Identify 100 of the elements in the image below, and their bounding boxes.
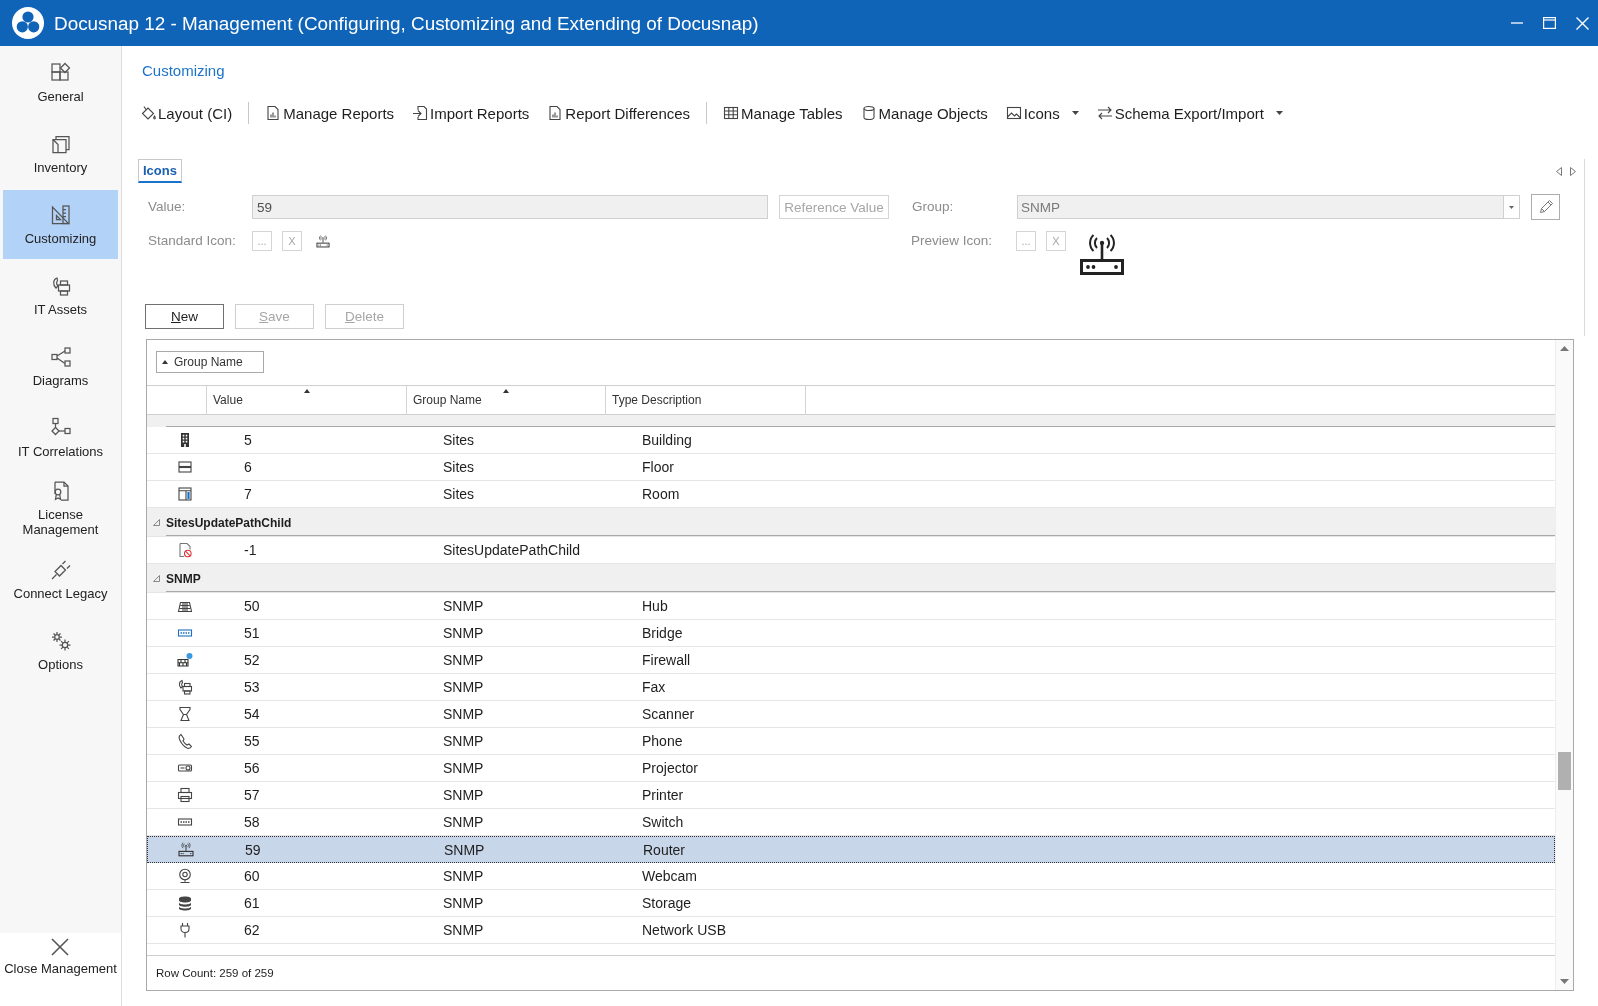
column-header[interactable]: Type Description — [606, 386, 806, 414]
dropdown-button[interactable]: Icons — [1003, 101, 1081, 125]
table-cell-text: Fax — [641, 679, 667, 695]
table-row[interactable]: 54 SNMP Scanner — [147, 701, 1555, 728]
printer-icon — [177, 787, 193, 803]
table-cell-text: 50 — [243, 598, 261, 614]
sidebar-item[interactable]: License Management — [3, 474, 118, 543]
table-row[interactable]: 55 SNMP Phone — [147, 728, 1555, 755]
table-cell-text: 58 — [243, 814, 261, 830]
caret-icon — [1071, 111, 1079, 115]
router-icon — [316, 235, 330, 248]
down-arrow-icon[interactable] — [1560, 979, 1569, 984]
toolbar-button[interactable]: Manage Tables — [721, 101, 845, 125]
table-cell-text: -1 — [243, 542, 258, 558]
table-cell-text: Firewall — [641, 652, 692, 668]
left-arrow-icon[interactable] — [1556, 166, 1562, 176]
table-cell-text: SNMP — [442, 679, 485, 695]
table-row[interactable]: 56 SNMP Projector — [147, 755, 1555, 782]
table-cell-text: Bridge — [641, 625, 684, 641]
table-cell-text: SNMP — [442, 922, 485, 938]
table-row[interactable]: 57 SNMP Printer — [147, 782, 1555, 809]
table-row[interactable]: 51 SNMP Bridge — [147, 620, 1555, 647]
sidebar-item[interactable]: Connect Legacy — [3, 545, 118, 614]
table-cell-text: Scanner — [641, 706, 696, 722]
table-row[interactable]: 53 SNMP Fax — [147, 674, 1555, 701]
group-by-button[interactable]: Group Name — [156, 351, 264, 373]
report-icon — [547, 105, 564, 121]
caret-icon — [1275, 111, 1283, 115]
table-cell-text: 54 — [243, 706, 261, 722]
table-row[interactable]: 61 SNMP Storage — [147, 890, 1555, 917]
plug-icon — [177, 922, 193, 938]
sidebar-item[interactable]: Customizing — [3, 190, 118, 259]
table-row[interactable]: 50 SNMP Hub — [147, 593, 1555, 620]
table-cell-text: SNMP — [442, 598, 485, 614]
toolbar-button[interactable]: Manage Objects — [858, 101, 990, 125]
close-icon[interactable] — [1576, 16, 1589, 30]
table-row[interactable]: 6 Sites Floor — [147, 454, 1555, 481]
toolbar-button[interactable]: Layout (CI) — [138, 101, 235, 125]
table-cell-text: SNMP — [443, 841, 486, 858]
swap-arrows-icon — [1096, 105, 1113, 121]
tab[interactable]: Icons — [138, 159, 182, 183]
maximize-icon[interactable] — [1543, 17, 1556, 29]
table-cell-text: Building — [641, 432, 693, 448]
router-icon — [178, 842, 194, 857]
field-label: Standard Icon: — [148, 232, 237, 250]
sidebar-item[interactable]: IT Assets — [3, 261, 118, 330]
column-header[interactable]: Group Name — [407, 386, 606, 414]
new-button[interactable]: New — [145, 304, 224, 329]
table-cell-text: Storage — [641, 895, 693, 911]
close-icon — [51, 938, 70, 956]
table-row[interactable]: 52 SNMP Firewall — [147, 647, 1555, 674]
group-row[interactable]: SitesUpdatePathChild — [147, 508, 1555, 537]
group-row[interactable]: SNMP — [147, 564, 1555, 593]
toolbar-button[interactable]: Import Reports — [410, 101, 532, 125]
sidebar-item[interactable]: Options — [3, 616, 118, 685]
table-cell-text: Switch — [641, 814, 685, 830]
table-cell-text: Sites — [442, 459, 476, 475]
table-cell-text: 51 — [243, 625, 261, 641]
table-cell-text: Projector — [641, 760, 700, 776]
column-header[interactable]: Value — [207, 386, 407, 414]
table-cell-text: Network USB — [641, 922, 728, 938]
toolbar-button[interactable]: Manage Reports — [263, 101, 397, 125]
scrollbar-thumb[interactable] — [1558, 752, 1571, 791]
sidebar-item[interactable]: Inventory — [3, 119, 118, 188]
table-cell-text: Sites — [442, 486, 476, 502]
table-cell-text: SNMP — [442, 625, 485, 641]
sidebar-item[interactable]: Diagrams — [3, 332, 118, 401]
table-row[interactable]: 62 SNMP Network USB — [147, 917, 1555, 944]
up-arrow-icon[interactable] — [1560, 346, 1569, 351]
table-cell-text: SNMP — [442, 652, 485, 668]
table-cell-text: 62 — [243, 922, 261, 938]
table-cell-text: SNMP — [442, 814, 485, 830]
hourglass-icon — [177, 706, 193, 722]
table-row[interactable]: 5 Sites Building — [147, 427, 1555, 454]
right-arrow-icon[interactable] — [1570, 166, 1576, 176]
table-cell-text: Phone — [641, 733, 684, 749]
dropdown-button[interactable] — [1503, 195, 1520, 219]
scrollbar[interactable] — [1555, 340, 1573, 990]
table-cell-text: 6 — [243, 459, 253, 475]
table-cell-text: 60 — [243, 868, 261, 884]
table-cell-text: 55 — [243, 733, 261, 749]
fax-icon — [177, 679, 193, 695]
group-name: SitesUpdatePathChild — [166, 514, 292, 530]
sidebar-item[interactable]: IT Correlations — [3, 403, 118, 472]
field-label: Preview Icon: — [911, 232, 994, 250]
stacked-bars-icon — [177, 459, 193, 475]
sidebar-item[interactable]: General — [3, 48, 118, 117]
dropdown-button[interactable]: Schema Export/Import — [1094, 101, 1285, 125]
field-label: Group: — [912, 198, 955, 216]
table-row[interactable]: 60 SNMP Webcam — [147, 863, 1555, 890]
table-cell-text: Room — [641, 486, 681, 502]
table-row[interactable]: 59 SNMP Router — [147, 836, 1555, 863]
table-cell-text: SNMP — [442, 760, 485, 776]
table-cell-text: Floor — [641, 459, 675, 475]
table-cell-text: 53 — [243, 679, 261, 695]
brick-wall-icon — [177, 652, 193, 668]
table-cell-text: 59 — [244, 841, 262, 858]
edit-button[interactable] — [1531, 194, 1560, 220]
toolbar-button[interactable]: Report Differences — [545, 101, 693, 125]
plug-icon — [49, 558, 72, 581]
